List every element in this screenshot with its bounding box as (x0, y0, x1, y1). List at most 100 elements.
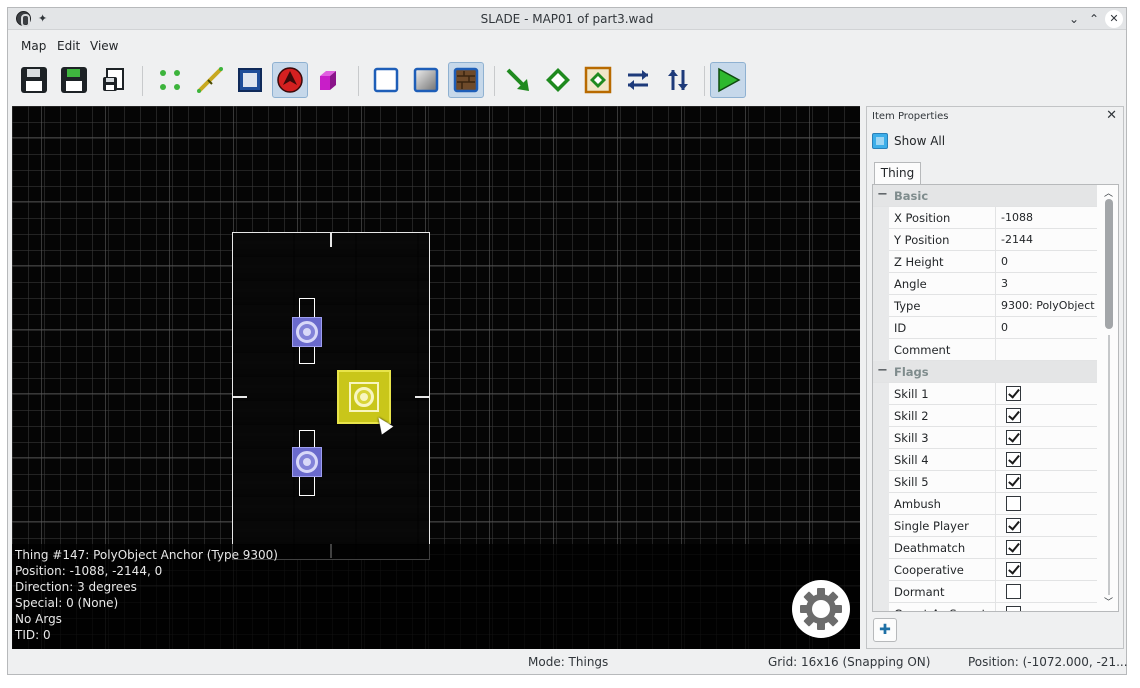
save-map-to-archive-icon (103, 68, 124, 91)
settings-gear-button[interactable] (792, 580, 850, 638)
menu-map[interactable]: Map (21, 39, 46, 53)
vertices-mode-button[interactable] (152, 62, 188, 98)
column-divider (995, 339, 996, 361)
row-gutter (873, 229, 889, 251)
thing-ring-icon (354, 387, 374, 407)
property-row[interactable]: Skill 4 (873, 449, 1097, 471)
toolbar (16, 62, 756, 102)
thing-ring-icon (296, 321, 318, 343)
add-property-button[interactable]: ✚ (873, 618, 897, 642)
column-divider (995, 515, 996, 537)
property-row[interactable]: X Position -1088 (873, 207, 1097, 229)
linedef-midpoint-tick (233, 396, 247, 398)
property-row[interactable]: ID 0 (873, 317, 1097, 339)
flag-checkbox[interactable] (1006, 496, 1021, 511)
property-name: Y Position (894, 233, 950, 247)
run-map-button[interactable] (710, 62, 746, 98)
panel-close-button[interactable]: ✕ (1106, 108, 1117, 123)
property-row[interactable]: Angle 3 (873, 273, 1097, 295)
toolbar-separator (142, 66, 143, 96)
column-divider (995, 559, 996, 581)
property-row[interactable]: Y Position -2144 (873, 229, 1097, 251)
flag-checkbox[interactable] (1006, 474, 1021, 489)
3d-mode-button[interactable] (312, 62, 348, 98)
property-grid-scrollbar[interactable]: ︿ ﹀ (1101, 185, 1118, 611)
menu-view[interactable]: View (90, 39, 118, 53)
property-row[interactable]: Cooperative (873, 559, 1097, 581)
show-all-label[interactable]: Show All (894, 134, 945, 148)
property-row[interactable]: Z Height 0 (873, 251, 1097, 273)
menu-edit[interactable]: Edit (57, 39, 80, 53)
flag-checkbox[interactable] (1006, 606, 1021, 611)
flag-checkbox[interactable] (1006, 518, 1021, 533)
flat-shaded-mode-button[interactable] (408, 62, 444, 98)
property-value[interactable]: 0 (1001, 255, 1097, 268)
scroll-down-arrow-icon[interactable]: ﹀ (1104, 595, 1113, 608)
property-name: Z Height (894, 255, 944, 269)
tab-thing[interactable]: Thing (874, 162, 921, 184)
item-properties-panel: Item Properties ✕ Show All Thing − Basic X… (866, 106, 1124, 649)
flag-checkbox[interactable] (1006, 408, 1021, 423)
property-row[interactable]: Skill 3 (873, 427, 1097, 449)
property-value[interactable]: 3 (1001, 277, 1097, 290)
property-value[interactable]: 9300: PolyObject A (1001, 299, 1097, 312)
collapse-icon[interactable]: − (877, 187, 888, 202)
scrollbar-thumb[interactable] (1105, 199, 1113, 329)
property-row[interactable]: Skill 1 (873, 383, 1097, 405)
property-row[interactable]: Count As Secret (873, 603, 1097, 611)
map-sector[interactable] (232, 232, 430, 560)
property-row[interactable]: Comment (873, 339, 1097, 361)
column-divider (995, 449, 996, 471)
object-edit-button[interactable] (580, 62, 616, 98)
save-map-as-button[interactable] (56, 62, 92, 98)
column-divider (995, 383, 996, 405)
polyobject-start-spot-thing[interactable] (292, 317, 322, 347)
property-row[interactable]: Ambush (873, 493, 1097, 515)
collapse-icon[interactable]: − (877, 363, 888, 378)
scroll-up-arrow-icon[interactable]: ︿ (1104, 186, 1113, 199)
flag-checkbox[interactable] (1006, 540, 1021, 555)
lines-mode-button[interactable] (192, 62, 228, 98)
3d-mode-icon (320, 71, 336, 90)
map-canvas[interactable]: Thing #147: PolyObject Anchor (Type 9300… (12, 106, 860, 649)
run-map-icon (718, 67, 741, 93)
textured-mode-button[interactable] (448, 62, 484, 98)
toolbar-separator (358, 66, 359, 96)
property-row[interactable]: Deathmatch (873, 537, 1097, 559)
property-category-flags[interactable]: − Flags (873, 361, 1097, 383)
polyobject-start-spot-thing[interactable] (292, 447, 322, 477)
property-row[interactable]: Skill 5 (873, 471, 1097, 493)
property-row[interactable]: Type 9300: PolyObject A (873, 295, 1097, 317)
mirror-y-button[interactable] (660, 62, 696, 98)
move-button[interactable] (500, 62, 536, 98)
column-divider (995, 317, 996, 339)
save-map-button[interactable] (16, 62, 52, 98)
flat-sector-mode-button[interactable] (368, 62, 404, 98)
save-map-to-archive-button[interactable] (96, 62, 132, 98)
rotate-button[interactable] (540, 62, 576, 98)
status-mode: Mode: Things (528, 655, 609, 669)
property-value[interactable]: -2144 (1001, 233, 1097, 246)
flag-checkbox[interactable] (1006, 584, 1021, 599)
mirror-y-icon (668, 70, 688, 90)
close-button[interactable]: ✕ (1105, 10, 1123, 28)
show-all-checkbox[interactable] (872, 133, 888, 149)
property-row[interactable]: Single Player (873, 515, 1097, 537)
property-row[interactable]: Skill 2 (873, 405, 1097, 427)
property-name: Basic (894, 189, 929, 203)
things-mode-icon (277, 67, 303, 93)
sectors-mode-button[interactable] (232, 62, 268, 98)
flag-checkbox[interactable] (1006, 562, 1021, 577)
flag-checkbox[interactable] (1006, 452, 1021, 467)
property-row[interactable]: Dormant (873, 581, 1097, 603)
flag-checkbox[interactable] (1006, 430, 1021, 445)
mirror-x-button[interactable] (620, 62, 656, 98)
things-mode-button[interactable] (272, 62, 308, 98)
minimize-button[interactable]: ⌄ (1065, 10, 1083, 28)
flag-checkbox[interactable] (1006, 386, 1021, 401)
property-name: Skill 1 (894, 387, 929, 401)
maximize-button[interactable]: ⌃ (1085, 10, 1103, 28)
property-value[interactable]: -1088 (1001, 211, 1097, 224)
property-category-basic[interactable]: − Basic (873, 185, 1097, 207)
property-value[interactable]: 0 (1001, 321, 1097, 334)
